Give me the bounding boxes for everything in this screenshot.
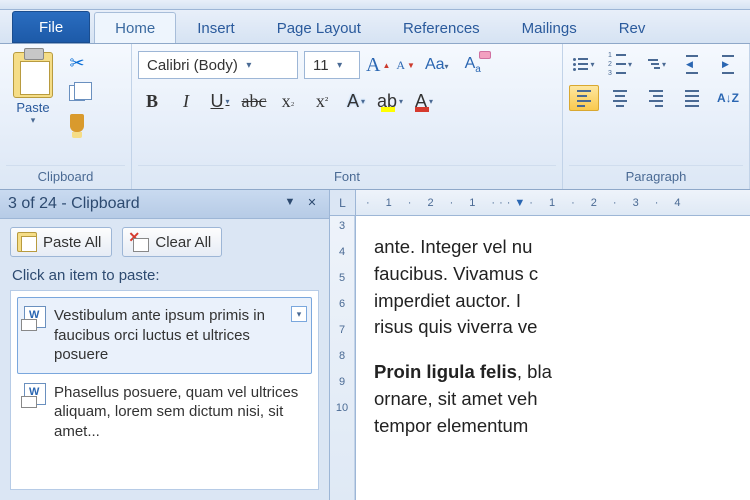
- group-clipboard-label: Clipboard: [6, 165, 125, 189]
- group-clipboard: Paste ▾ ✂ Clipboard: [0, 44, 132, 189]
- copy-icon: [69, 85, 85, 101]
- multilevel-list-button[interactable]: ▾: [641, 51, 671, 77]
- align-left-button[interactable]: [569, 85, 599, 111]
- paste-all-icon: [17, 232, 37, 252]
- underline-button[interactable]: U▾: [206, 87, 234, 115]
- font-size-combo[interactable]: 11 ▾: [304, 51, 360, 79]
- group-paragraph-label: Paragraph: [569, 165, 743, 189]
- body-text-bold: Proin ligula felis: [374, 361, 517, 382]
- paste-icon: [13, 52, 53, 98]
- shrink-font-button[interactable]: A▼: [396, 58, 415, 73]
- grow-font-button[interactable]: A▲: [366, 54, 390, 77]
- body-text: ornare, sit amet veh: [374, 388, 538, 409]
- numbering-button[interactable]: 123▾: [605, 51, 635, 77]
- tab-home[interactable]: Home: [94, 12, 176, 43]
- clipboard-item[interactable]: Vestibulum ante ipsum primis in faucibus…: [17, 297, 312, 374]
- pane-close-button[interactable]: ✕: [303, 196, 321, 212]
- tab-file[interactable]: File: [12, 11, 90, 43]
- brush-icon: [70, 114, 84, 132]
- text-effects-button[interactable]: A▾: [342, 87, 370, 115]
- clipboard-item[interactable]: Phasellus posuere, quam vel ultrices ali…: [17, 374, 312, 451]
- paste-all-button[interactable]: Paste All: [10, 227, 112, 257]
- body-text: faucibus. Vivamus c: [374, 263, 538, 284]
- group-paragraph: ▾ 123▾ ▾ ◀ ▶ A↓Z Paragraph: [563, 44, 750, 189]
- italic-button[interactable]: I: [172, 87, 200, 115]
- align-center-button[interactable]: [605, 85, 635, 111]
- increase-indent-button[interactable]: ▶: [713, 51, 743, 77]
- clear-all-button[interactable]: Clear All: [122, 227, 222, 257]
- sort-button[interactable]: A↓Z: [713, 85, 743, 111]
- clipboard-item-text: Vestibulum ante ipsum primis in faucibus…: [54, 306, 305, 365]
- workspace: 3 of 24 - Clipboard ▼ ✕ Paste All Clear …: [0, 190, 750, 500]
- chevron-down-icon: ▾: [242, 60, 256, 71]
- clear-all-icon: [129, 232, 149, 252]
- font-name-combo[interactable]: Calibri (Body) ▾: [138, 51, 298, 79]
- tab-references[interactable]: References: [382, 12, 501, 43]
- indent-icon: ▶: [722, 55, 734, 74]
- clipboard-pane-title-text: 3 of 24 - Clipboard: [8, 195, 140, 213]
- clipboard-pane-title: 3 of 24 - Clipboard ▼ ✕: [0, 190, 329, 219]
- strikethrough-button[interactable]: abc: [240, 87, 268, 115]
- body-text: imperdiet auctor. I: [374, 290, 521, 311]
- cut-button[interactable]: ✂: [64, 51, 90, 75]
- ruler-corner[interactable]: L: [330, 190, 355, 216]
- change-case-button[interactable]: Aa▾: [421, 54, 453, 76]
- vertical-ruler[interactable]: L 3 4 5 6 7 8 9 10: [330, 190, 356, 500]
- justify-icon: [685, 90, 699, 107]
- justify-button[interactable]: [677, 85, 707, 111]
- format-painter-button[interactable]: [64, 111, 90, 135]
- bold-button[interactable]: B: [138, 87, 166, 115]
- bullets-icon: [573, 58, 588, 71]
- word-doc-icon: [24, 306, 46, 328]
- align-center-icon: [613, 90, 627, 107]
- title-bar: [0, 0, 750, 10]
- tab-page-layout[interactable]: Page Layout: [256, 12, 382, 43]
- align-left-icon: [577, 90, 591, 107]
- body-text: , bla: [517, 361, 552, 382]
- align-right-icon: [649, 90, 663, 107]
- group-font: Calibri (Body)▾ 11▾ A▲ A▼ Aa▾ Aa B I U▾ …: [132, 44, 563, 189]
- outdent-icon: ◀: [686, 55, 698, 74]
- clear-formatting-button[interactable]: Aa: [459, 53, 487, 77]
- highlight-button[interactable]: ab▾: [376, 87, 404, 115]
- document-area: L 3 4 5 6 7 8 9 10 ·1· 2· 1· ··▼· 1· 2· …: [330, 190, 750, 500]
- ribbon-tabstrip: File Home Insert Page Layout References …: [0, 10, 750, 44]
- tab-review[interactable]: Rev: [598, 12, 667, 43]
- font-color-button[interactable]: A▾: [410, 87, 438, 115]
- clipboard-hint: Click an item to paste:: [0, 263, 329, 290]
- scissors-icon: ✂: [69, 53, 84, 74]
- body-text: ante. Integer vel nu: [374, 236, 532, 257]
- body-text: risus quis viverra ve: [374, 316, 537, 337]
- ribbon: Paste ▾ ✂ Clipboard Calibri (Body) ▾ 11 ▾ …: [0, 44, 750, 190]
- tab-insert[interactable]: Insert: [176, 12, 256, 43]
- pane-menu-button[interactable]: ▼: [281, 196, 299, 212]
- clipboard-list: Vestibulum ante ipsum primis in faucibus…: [10, 290, 319, 490]
- horizontal-ruler[interactable]: ·1· 2· 1· ··▼· 1· 2· 3· 4: [356, 190, 750, 216]
- font-size-value: 11: [313, 57, 329, 74]
- font-name-value: Calibri (Body): [147, 57, 238, 74]
- align-right-button[interactable]: [641, 85, 671, 111]
- group-font-label: Font: [138, 165, 556, 189]
- paste-button[interactable]: Paste ▾: [6, 47, 60, 129]
- copy-button[interactable]: [64, 81, 90, 105]
- eraser-icon: [479, 51, 491, 59]
- superscript-button[interactable]: x: [308, 87, 336, 115]
- bullets-button[interactable]: ▾: [569, 51, 599, 77]
- clipboard-item-menu[interactable]: ▾: [291, 306, 307, 322]
- chevron-down-icon: ▾: [333, 60, 347, 71]
- body-text: tempor elementum: [374, 415, 528, 436]
- numbering-icon: 123: [608, 52, 626, 77]
- decrease-indent-button[interactable]: ◀: [677, 51, 707, 77]
- paste-label: Paste: [9, 100, 57, 115]
- document-page[interactable]: ante. Integer vel nu faucibus. Vivamus c…: [356, 216, 750, 500]
- tab-mailings[interactable]: Mailings: [501, 12, 598, 43]
- multilevel-icon: [646, 59, 660, 69]
- clipboard-pane: 3 of 24 - Clipboard ▼ ✕ Paste All Clear …: [0, 190, 330, 500]
- clipboard-item-text: Phasellus posuere, quam vel ultrices ali…: [54, 383, 305, 442]
- subscript-button[interactable]: x: [274, 87, 302, 115]
- word-doc-icon: [24, 383, 46, 405]
